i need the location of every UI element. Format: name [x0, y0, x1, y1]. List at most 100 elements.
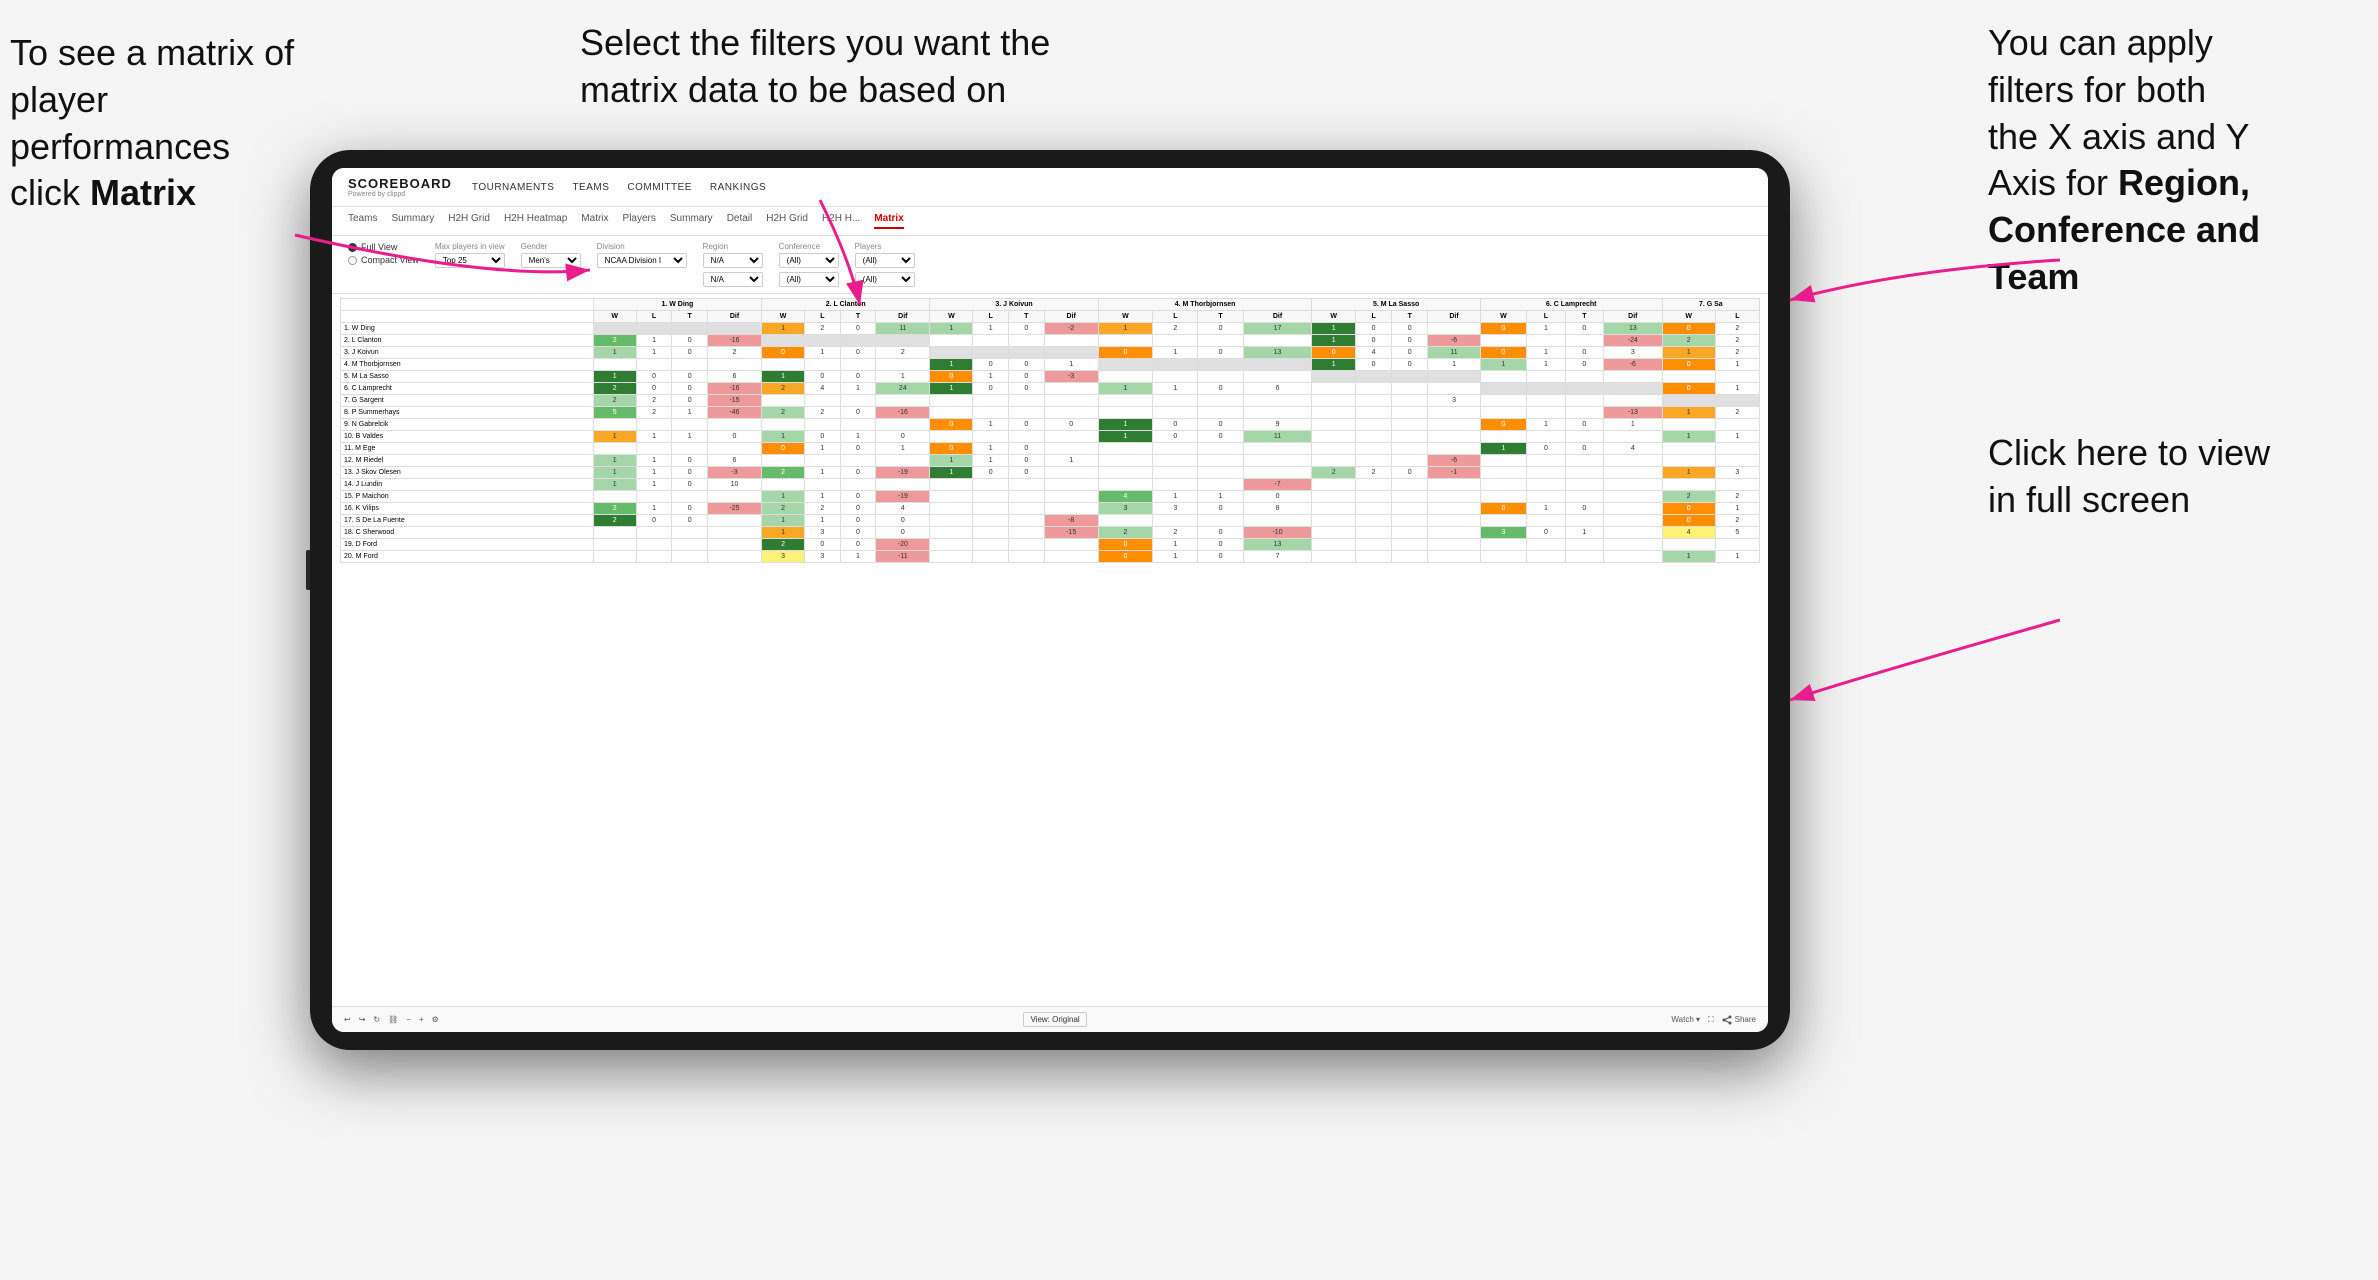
- matrix-cell: -46: [707, 407, 761, 419]
- matrix-cell: 1: [1662, 467, 1715, 479]
- col-header-3: 3. J Koivun: [930, 299, 1098, 311]
- matrix-cell: [930, 395, 973, 407]
- matrix-cell: [1715, 455, 1759, 467]
- matrix-cell: 2: [1715, 323, 1759, 335]
- subnav-teams[interactable]: Teams: [348, 213, 377, 229]
- matrix-cell: 0: [1662, 503, 1715, 515]
- matrix-cell: 1: [1153, 347, 1198, 359]
- matrix-cell: [1312, 503, 1356, 515]
- matrix-cell: [1527, 371, 1565, 383]
- refresh-btn[interactable]: ↻: [373, 1015, 380, 1024]
- matrix-cell: [1153, 407, 1198, 419]
- matrix-cell: -24: [1604, 335, 1663, 347]
- matrix-cell: 1: [1662, 431, 1715, 443]
- matrix-cell: [1565, 431, 1603, 443]
- full-view-option[interactable]: Full View: [348, 242, 419, 252]
- matrix-cell: [876, 479, 930, 491]
- matrix-cell: 0: [1565, 323, 1603, 335]
- table-row: 9. N Gabrelcik010010090101: [341, 419, 1760, 431]
- col-header-1: 1. W Ding: [593, 299, 761, 311]
- watch-btn[interactable]: Watch ▾: [1671, 1015, 1700, 1024]
- matrix-cell: 1: [593, 479, 636, 491]
- sh-d5: Dif: [1428, 311, 1481, 323]
- division-select[interactable]: NCAA Division I: [597, 253, 687, 268]
- subnav-matrix[interactable]: Matrix: [581, 213, 608, 229]
- table-row: 19. D Ford200-2001013: [341, 539, 1760, 551]
- matrix-cell: 0: [805, 431, 841, 443]
- matrix-cell: 0: [1044, 419, 1098, 431]
- player-name-cell: 16. K Vilips: [341, 503, 594, 515]
- matrix-cell: 2: [805, 407, 841, 419]
- players-select2[interactable]: (All): [855, 272, 915, 287]
- subnav-h2h-grid2[interactable]: H2H Grid: [766, 213, 808, 229]
- share-btn[interactable]: Share: [1722, 1015, 1756, 1025]
- nav-committee[interactable]: COMMITTEE: [627, 182, 692, 193]
- compact-view-label: Compact View: [361, 255, 419, 265]
- matrix-cell: 0: [1662, 383, 1715, 395]
- matrix-header-empty: [341, 299, 594, 311]
- matrix-cell: 1: [593, 371, 636, 383]
- subnav-h2h-heatmap[interactable]: H2H Heatmap: [504, 213, 567, 229]
- matrix-cell: [1098, 443, 1153, 455]
- max-players-select[interactable]: Top 25: [435, 253, 505, 268]
- player-name-cell: 18. C Sherwood: [341, 527, 594, 539]
- settings-btn[interactable]: ⚙: [432, 1015, 439, 1024]
- nav-teams[interactable]: TEAMS: [572, 182, 609, 193]
- division-filter: Division NCAA Division I: [597, 242, 687, 268]
- view-original-btn[interactable]: View: Original: [1023, 1012, 1086, 1027]
- matrix-cell: 0: [1098, 551, 1153, 563]
- subnav-summary[interactable]: Summary: [391, 213, 434, 229]
- matrix-cell: [840, 479, 876, 491]
- subnav-players[interactable]: Players: [623, 213, 656, 229]
- sh-d1: Dif: [707, 311, 761, 323]
- fullscreen-btn[interactable]: ⛶: [1708, 1015, 1714, 1025]
- matrix-cell: [1312, 527, 1356, 539]
- conference-label: Conference: [779, 242, 839, 251]
- gender-select[interactable]: Men's: [521, 253, 581, 268]
- matrix-cell: [1428, 323, 1481, 335]
- compact-view-radio[interactable]: [348, 256, 357, 265]
- link-btn[interactable]: ⛓: [388, 1015, 398, 1024]
- subnav-matrix-active[interactable]: Matrix: [874, 213, 903, 229]
- matrix-cell: 2: [1153, 323, 1198, 335]
- sh-l4: L: [1153, 311, 1198, 323]
- undo-btn[interactable]: ↩: [344, 1015, 351, 1024]
- subnav-h2h-h[interactable]: H2H H...: [822, 213, 860, 229]
- sh-d6: Dif: [1604, 311, 1663, 323]
- player-name-cell: 2. L Clanton: [341, 335, 594, 347]
- matrix-cell: 1: [1098, 431, 1153, 443]
- matrix-cell: 0: [1480, 419, 1526, 431]
- matrix-cell: 0: [636, 383, 672, 395]
- matrix-cell: [805, 455, 841, 467]
- zoom-plus-btn[interactable]: +: [419, 1015, 424, 1024]
- compact-view-option[interactable]: Compact View: [348, 255, 419, 265]
- redo-btn[interactable]: ↪: [359, 1015, 366, 1024]
- subnav-h2h-grid[interactable]: H2H Grid: [448, 213, 490, 229]
- full-view-radio[interactable]: [348, 243, 357, 252]
- matrix-cell: 0: [1008, 467, 1044, 479]
- nav-tournaments[interactable]: TOURNAMENTS: [472, 182, 555, 193]
- matrix-cell: [973, 407, 1009, 419]
- matrix-cell: 2: [593, 335, 636, 347]
- conference-select2[interactable]: (All): [779, 272, 839, 287]
- player-name-cell: 9. N Gabrelcik: [341, 419, 594, 431]
- matrix-cell: [1008, 503, 1044, 515]
- matrix-cell: 0: [840, 371, 876, 383]
- matrix-cell: [593, 527, 636, 539]
- matrix-cell: [1312, 479, 1356, 491]
- zoom-minus-btn[interactable]: −: [406, 1015, 411, 1024]
- matrix-cell: 1: [1098, 383, 1153, 395]
- matrix-cell: 0: [1392, 347, 1428, 359]
- subnav-summary2[interactable]: Summary: [670, 213, 713, 229]
- matrix-cell: 2: [1312, 467, 1356, 479]
- matrix-cell: [1044, 347, 1098, 359]
- table-row: 7. G Sargent220-153: [341, 395, 1760, 407]
- max-players-label: Max players in view: [435, 242, 505, 251]
- nav-rankings[interactable]: RANKINGS: [710, 182, 766, 193]
- players-select[interactable]: (All): [855, 253, 915, 268]
- region-select2[interactable]: N/A: [703, 272, 763, 287]
- matrix-cell: 13: [1604, 323, 1663, 335]
- conference-select[interactable]: (All): [779, 253, 839, 268]
- subnav-detail[interactable]: Detail: [727, 213, 753, 229]
- region-select[interactable]: N/A: [703, 253, 763, 268]
